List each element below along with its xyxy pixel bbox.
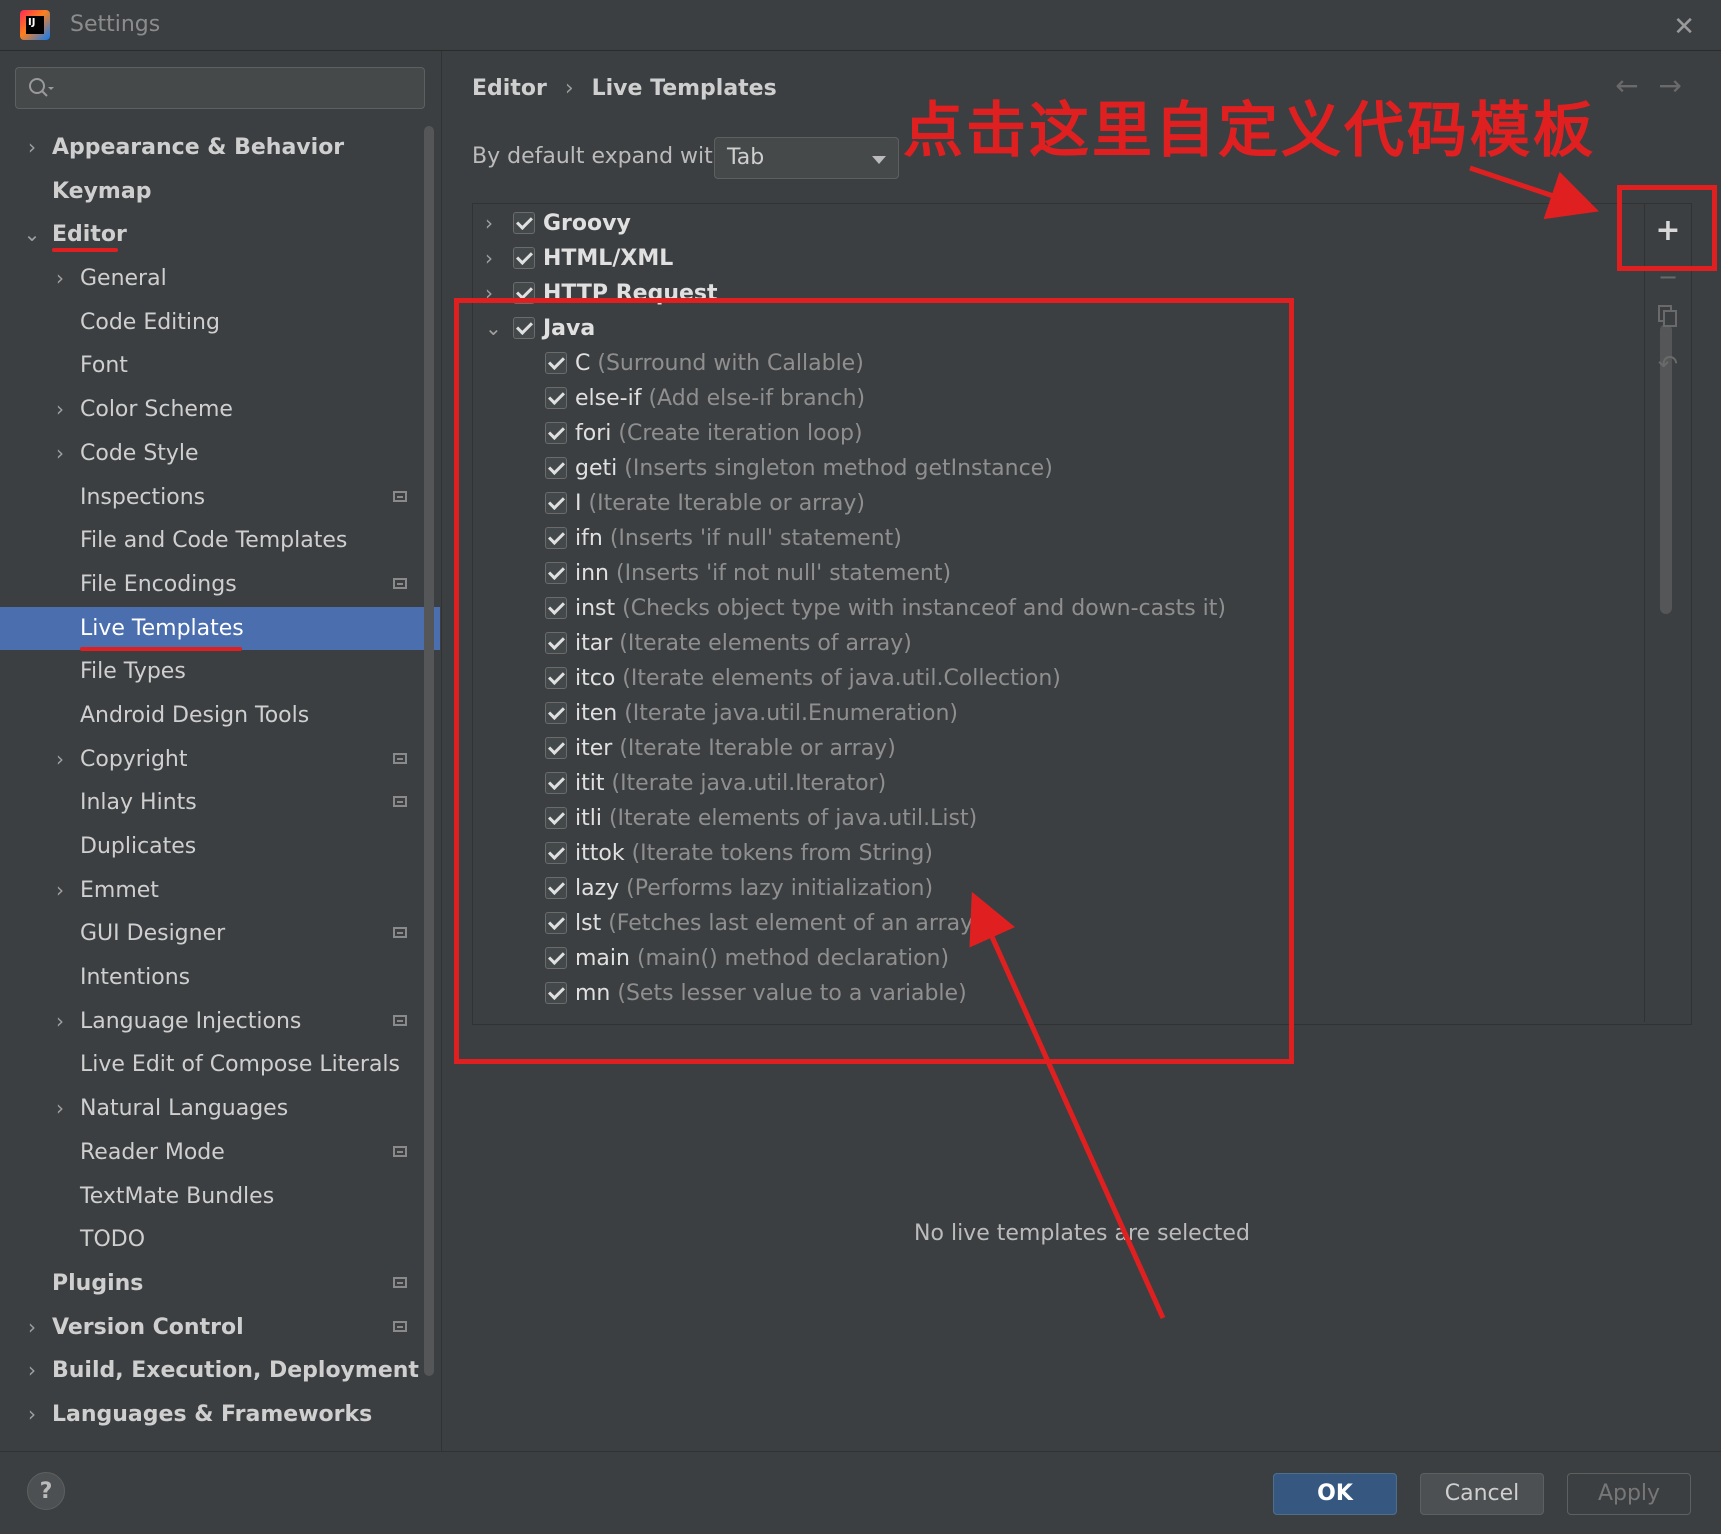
annotation-arrows	[969, 165, 1599, 1320]
arrow-to-java-templates	[969, 891, 1166, 1320]
arrow-to-add-button	[1469, 165, 1599, 220]
